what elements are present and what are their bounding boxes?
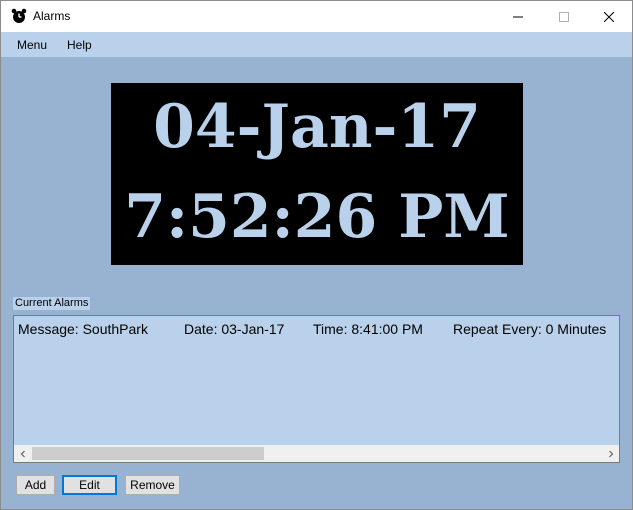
alarms-window: Alarms Menu Help 04-Jan-17 7:52:26 PM Cu… — [0, 0, 633, 510]
alarm-date: Date: 03-Jan-17 — [184, 321, 285, 337]
menu-bar: Menu Help — [1, 32, 632, 57]
menu-item-menu[interactable]: Menu — [17, 38, 47, 52]
maximize-icon[interactable] — [541, 1, 587, 32]
remove-button[interactable]: Remove — [125, 475, 180, 495]
add-button[interactable]: Add — [16, 475, 55, 495]
alarm-time: Time: 8:41:00 PM — [313, 321, 423, 337]
edit-button[interactable]: Edit — [62, 475, 117, 495]
alarm-repeat: Repeat Every: 0 Minutes — [453, 321, 607, 337]
menu-item-help[interactable]: Help — [67, 38, 92, 52]
title-bar[interactable]: Alarms — [1, 1, 632, 32]
scroll-left-icon[interactable] — [14, 445, 31, 462]
minimize-icon[interactable] — [495, 1, 541, 32]
close-icon[interactable] — [586, 1, 632, 32]
window-title: Alarms — [33, 9, 71, 23]
scrollbar-thumb[interactable] — [32, 447, 264, 460]
clock-date: 04-Jan-17 — [153, 92, 481, 162]
alarms-list[interactable]: Message: SouthPark Date: 03-Jan-17 Time:… — [13, 315, 620, 463]
alarm-message: Message: SouthPark — [18, 321, 148, 337]
clock-time: 7:52:26 PM — [124, 182, 510, 252]
clock-display: 04-Jan-17 7:52:26 PM — [111, 83, 523, 265]
alarm-clock-icon — [11, 8, 27, 24]
scroll-right-icon[interactable] — [602, 445, 619, 462]
current-alarms-label: Current Alarms — [13, 297, 91, 310]
horizontal-scrollbar[interactable] — [14, 445, 619, 462]
